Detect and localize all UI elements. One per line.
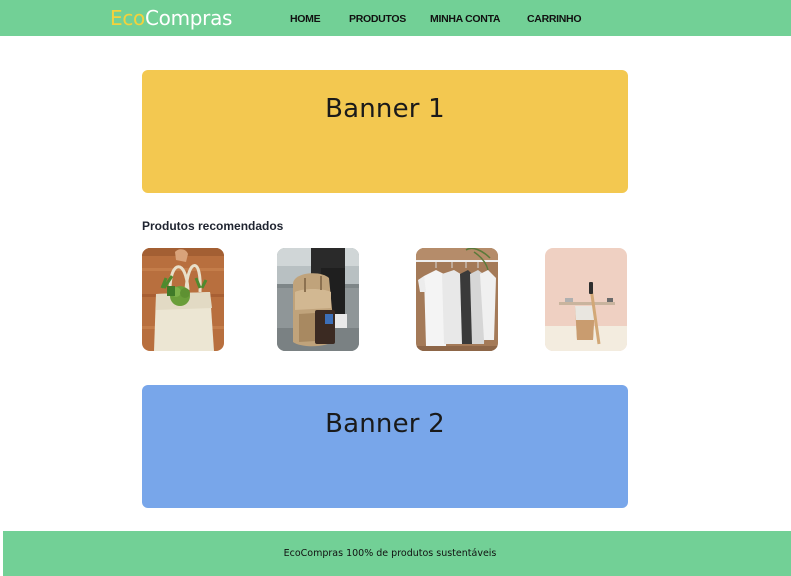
product-card-toothbrush[interactable] bbox=[545, 248, 627, 351]
footer-text: EcoCompras 100% de produtos sustentáveis bbox=[283, 548, 497, 559]
banner-1[interactable]: Banner 1 bbox=[142, 70, 628, 193]
banner-2[interactable]: Banner 2 bbox=[142, 385, 628, 508]
site-header: EcoCompras HOME PRODUTOS MINHA CONTA CAR… bbox=[0, 0, 791, 36]
product-card-tote-bag[interactable] bbox=[142, 248, 224, 351]
white-t-shirts-on-hangers-image bbox=[416, 248, 498, 351]
nav-minha-conta[interactable]: MINHA CONTA bbox=[430, 13, 501, 25]
nav-produtos[interactable]: PRODUTOS bbox=[349, 13, 406, 25]
site-footer: EcoCompras 100% de produtos sustentáveis bbox=[3, 531, 791, 576]
banner-1-title: Banner 1 bbox=[325, 94, 445, 124]
bamboo-toothbrush-and-cup-image bbox=[545, 248, 627, 351]
nav-home[interactable]: HOME bbox=[290, 13, 321, 25]
tote-bag-with-vegetables-image bbox=[142, 248, 224, 351]
logo-compras: Compras bbox=[144, 6, 233, 30]
nav-carrinho[interactable]: CARRINHO bbox=[527, 13, 581, 25]
product-card-t-shirts[interactable] bbox=[416, 248, 498, 351]
logo-eco: Eco bbox=[110, 6, 145, 30]
product-card-backpack[interactable] bbox=[277, 248, 359, 351]
recommended-products-title: Produtos recomendados bbox=[142, 219, 284, 233]
logo[interactable]: EcoCompras bbox=[110, 6, 232, 30]
leather-backpack-image bbox=[277, 248, 359, 351]
banner-2-title: Banner 2 bbox=[325, 409, 445, 439]
